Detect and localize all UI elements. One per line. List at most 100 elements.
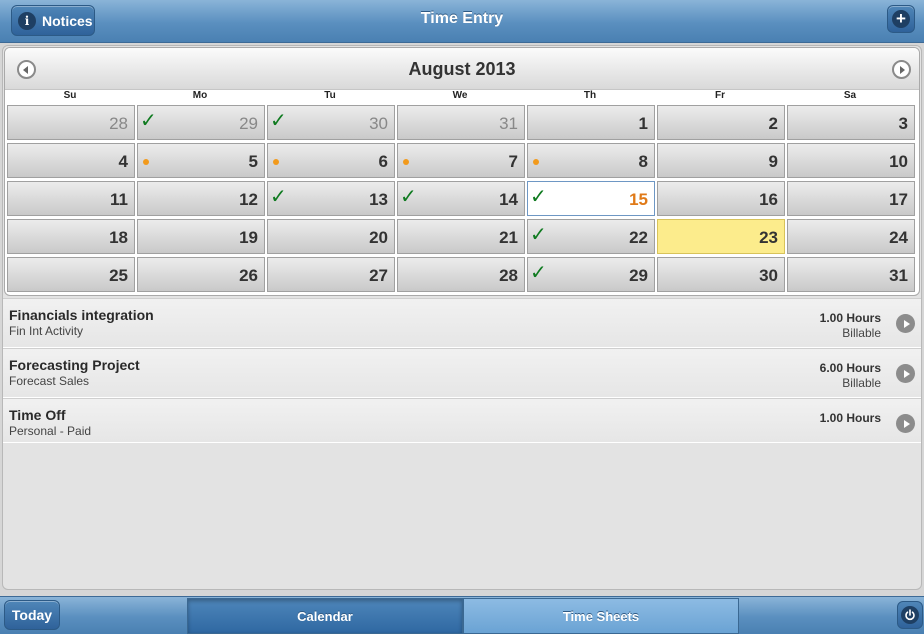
calendar-day-today[interactable]: ✓ 15 (527, 181, 655, 216)
calendar-day-cell[interactable]: ✓ 29 (137, 105, 265, 140)
day-number: 20 (369, 228, 388, 247)
weekday-header-row: Su Mo Tu We Th Fr Sa (5, 90, 919, 103)
time-entry-row[interactable]: Time Off Personal - Paid 1.00 Hours (3, 398, 921, 443)
calendar-day-cell[interactable]: ✓ 13 (267, 181, 395, 216)
calendar-day-cell[interactable]: 19 (137, 219, 265, 254)
day-number: 29 (629, 266, 648, 285)
day-number: 25 (109, 266, 128, 285)
calendar-day-cell[interactable]: 28 (397, 257, 525, 292)
day-number: 7 (508, 152, 518, 171)
calendar-day-cell[interactable]: 31 (787, 257, 915, 292)
calendar-day-cell[interactable]: 18 (7, 219, 135, 254)
calendar-day-cell[interactable]: 24 (787, 219, 915, 254)
entry-subtitle: Personal - Paid (9, 424, 92, 438)
calendar-day-cell[interactable]: 6 (267, 143, 395, 178)
weekday-label: Mo (192, 90, 208, 101)
chevron-right-icon (900, 65, 905, 74)
calendar-day-cell[interactable]: 21 (397, 219, 525, 254)
calendar-grid: 28 ✓ 29 ✓ 30 31 1 2 3 4 5 6 7 8 9 10 11 12 ✓ 13 ✓ 14 ✓ 15 16 17 18… (5, 103, 919, 293)
calendar-day-cell[interactable]: 28 (7, 105, 135, 140)
calendar-day-cell[interactable]: 2 (657, 105, 785, 140)
calendar-header: August 2013 (5, 48, 919, 90)
arrow-glyph (903, 419, 910, 428)
calendar-day-cell[interactable]: 25 (7, 257, 135, 292)
calendar-day-cell[interactable]: 12 (137, 181, 265, 216)
day-number: 17 (889, 190, 908, 209)
day-number: 28 (499, 266, 518, 285)
calendar-day-cell[interactable]: 20 (267, 219, 395, 254)
plus-icon: + (892, 10, 910, 28)
checkmark-icon: ✓ (140, 108, 157, 132)
footer-bar: Today Calendar Time Sheets (0, 596, 924, 634)
calendar-day-cell[interactable]: 16 (657, 181, 785, 216)
calendar-day-cell[interactable]: 27 (267, 257, 395, 292)
calendar: August 2013 Su Mo Tu We Th Fr Sa 28 ✓ 29 ✓ 30 31 1 2 3… (4, 47, 920, 296)
chevron-right-icon[interactable] (896, 414, 915, 433)
calendar-day-cell[interactable]: 7 (397, 143, 525, 178)
chevron-right-icon[interactable] (896, 364, 915, 383)
day-number: 22 (629, 228, 648, 247)
arrow-glyph (903, 369, 910, 378)
today-button[interactable]: Today (4, 600, 60, 630)
checkmark-icon: ✓ (530, 260, 547, 284)
main-content: August 2013 Su Mo Tu We Th Fr Sa 28 ✓ 29 ✓ 30 31 1 2 3… (2, 45, 922, 590)
day-number: 14 (499, 190, 518, 209)
calendar-day-cell[interactable]: 30 (657, 257, 785, 292)
page-title: Time Entry (420, 10, 504, 27)
calendar-day-cell[interactable]: 26 (137, 257, 265, 292)
time-entry-row[interactable]: Financials integration Fin Int Activity 1.… (3, 298, 921, 348)
entry-title: Forecasting Project (9, 357, 140, 373)
calendar-day-cell[interactable]: 9 (657, 143, 785, 178)
day-number: 11 (110, 190, 128, 209)
day-number: 30 (759, 266, 778, 285)
tab-time-sheets[interactable]: Time Sheets (463, 598, 739, 634)
time-entry-row[interactable]: Forecasting Project Forecast Sales 6.00 Ho… (3, 348, 921, 398)
calendar-day-cell[interactable]: 8 (527, 143, 655, 178)
weekday-label: Su (63, 90, 77, 101)
day-number: 15 (629, 190, 648, 209)
calendar-day-cell[interactable]: 1 (527, 105, 655, 140)
pending-dot-icon (533, 159, 539, 165)
calendar-day-cell[interactable]: 11 (7, 181, 135, 216)
calendar-day-cell[interactable]: ✓ 30 (267, 105, 395, 140)
day-number: 6 (378, 152, 388, 171)
checkmark-icon: ✓ (270, 108, 287, 132)
day-number: 30 (369, 114, 388, 133)
entry-subtitle: Fin Int Activity (9, 324, 84, 338)
weekday-label: Fr (715, 90, 725, 101)
weekday-label: Tu (324, 90, 336, 101)
calendar-day-cell[interactable]: 3 (787, 105, 915, 140)
calendar-day-cell[interactable]: ✓ 22 (527, 219, 655, 254)
day-number: 4 (118, 152, 128, 171)
day-number: 19 (239, 228, 258, 247)
calendar-day-selected[interactable]: 23 (657, 219, 785, 254)
next-month-button[interactable] (892, 60, 911, 79)
day-number: 8 (638, 152, 648, 171)
day-number: 23 (759, 228, 778, 247)
time-entry-list: Financials integration Fin Int Activity 1.… (3, 298, 921, 443)
checkmark-icon: ✓ (530, 222, 547, 246)
checkmark-icon: ✓ (400, 184, 417, 208)
entry-billing: Billable (842, 326, 881, 340)
calendar-week-row: 28 ✓ 29 ✓ 30 31 1 2 3 (6, 103, 918, 141)
day-number: 28 (109, 114, 128, 133)
calendar-day-cell[interactable]: 31 (397, 105, 525, 140)
calendar-day-cell[interactable]: 10 (787, 143, 915, 178)
entry-hours: 1.00 Hours (819, 411, 881, 425)
calendar-week-row: 4 5 6 7 8 9 10 (6, 141, 918, 179)
logout-button[interactable] (897, 601, 923, 629)
calendar-week-row: 25 26 27 28 ✓ 29 30 31 (6, 255, 918, 293)
calendar-day-cell[interactable]: ✓ 14 (397, 181, 525, 216)
day-number: 31 (499, 114, 518, 133)
checkmark-icon: ✓ (270, 184, 287, 208)
calendar-week-row: 18 19 20 21 ✓ 22 23 24 (6, 217, 918, 255)
calendar-day-cell[interactable]: 17 (787, 181, 915, 216)
chevron-right-icon[interactable] (896, 314, 915, 333)
add-entry-button[interactable]: + (887, 5, 915, 33)
day-number: 31 (889, 266, 908, 285)
tab-calendar[interactable]: Calendar (187, 598, 463, 634)
calendar-day-cell[interactable]: 4 (7, 143, 135, 178)
weekday-label: Sa (843, 90, 857, 101)
calendar-day-cell[interactable]: 5 (137, 143, 265, 178)
calendar-day-cell[interactable]: ✓ 29 (527, 257, 655, 292)
